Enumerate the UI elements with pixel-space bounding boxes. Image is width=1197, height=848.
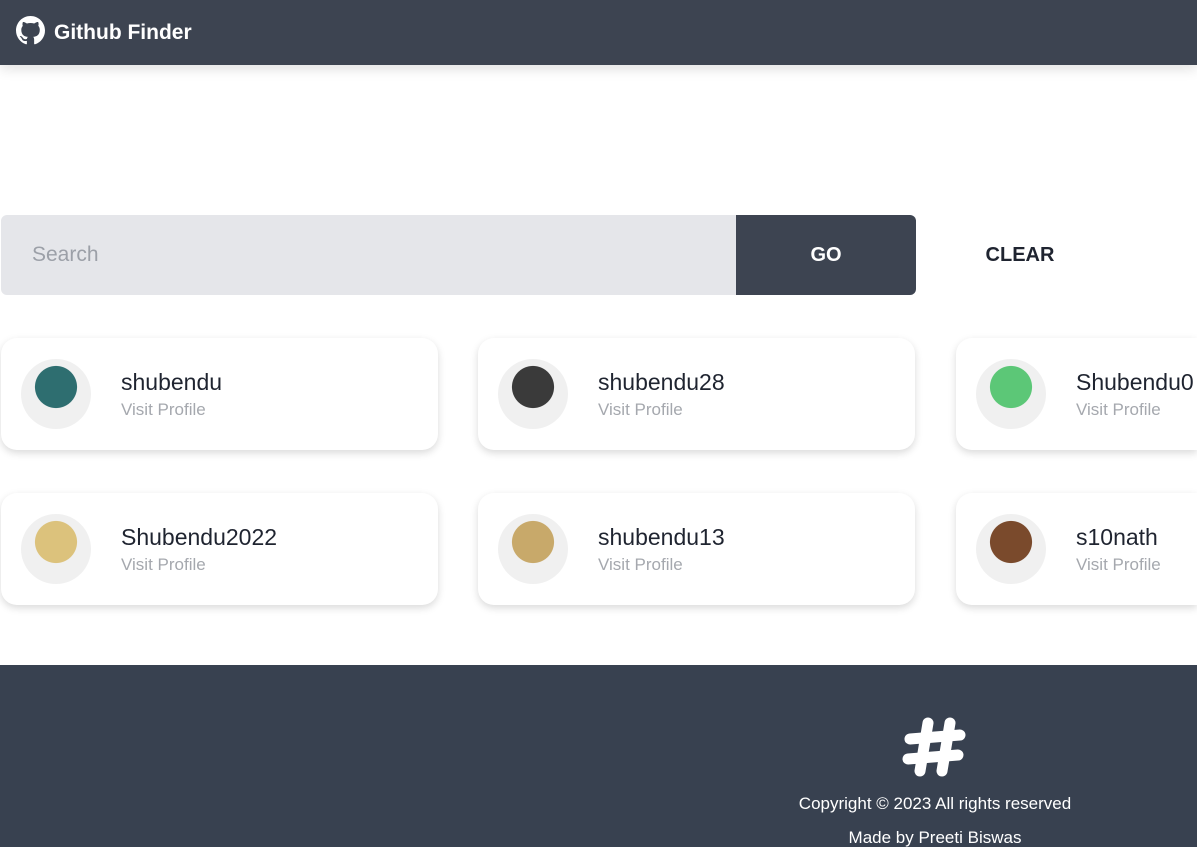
search-input[interactable] [1, 215, 736, 295]
username: shubendu28 [598, 368, 725, 395]
visit-profile-link[interactable]: Visit Profile [1076, 555, 1161, 575]
visit-profile-link[interactable]: Visit Profile [121, 400, 222, 420]
username: shubendu [121, 368, 223, 395]
user-card[interactable]: shubendu13 Visit Profile [478, 493, 915, 605]
avatar [21, 359, 91, 429]
user-card[interactable]: shubendu Visit Profile [1, 338, 438, 450]
visit-profile-link[interactable]: Visit Profile [598, 555, 725, 575]
app-title[interactable]: Github Finder [54, 21, 192, 45]
user-card[interactable]: Shubendu0 Visit Profile [956, 338, 1197, 450]
visit-profile-link[interactable]: Visit Profile [598, 400, 725, 420]
avatar [21, 514, 91, 584]
user-card[interactable]: s10nath Visit Profile [956, 493, 1197, 605]
copyright-text: Copyright © 2023 All rights reserved [798, 794, 1072, 813]
clear-button[interactable]: CLEAR [956, 215, 1084, 295]
username: Shubendu0 [1076, 368, 1194, 395]
github-icon [16, 15, 45, 50]
avatar [498, 514, 568, 584]
username: s10nath [1076, 523, 1158, 550]
search-bar: GO [1, 215, 916, 295]
visit-profile-link[interactable]: Visit Profile [121, 555, 277, 575]
avatar [498, 359, 568, 429]
user-card[interactable]: shubendu28 Visit Profile [478, 338, 915, 450]
username: Shubendu2022 [121, 523, 278, 550]
avatar [976, 359, 1046, 429]
credit-text: Made by Preeti Biswas [848, 828, 1022, 847]
footer: Copyright © 2023 All rights reserved Mad… [0, 665, 1197, 847]
navbar: Github Finder [0, 0, 1197, 65]
hashtag-icon [900, 713, 970, 783]
user-card[interactable]: Shubendu2022 Visit Profile [1, 493, 438, 605]
visit-profile-link[interactable]: Visit Profile [1076, 400, 1194, 420]
go-button[interactable]: GO [736, 215, 916, 295]
username: shubendu13 [598, 523, 725, 550]
avatar [976, 514, 1046, 584]
